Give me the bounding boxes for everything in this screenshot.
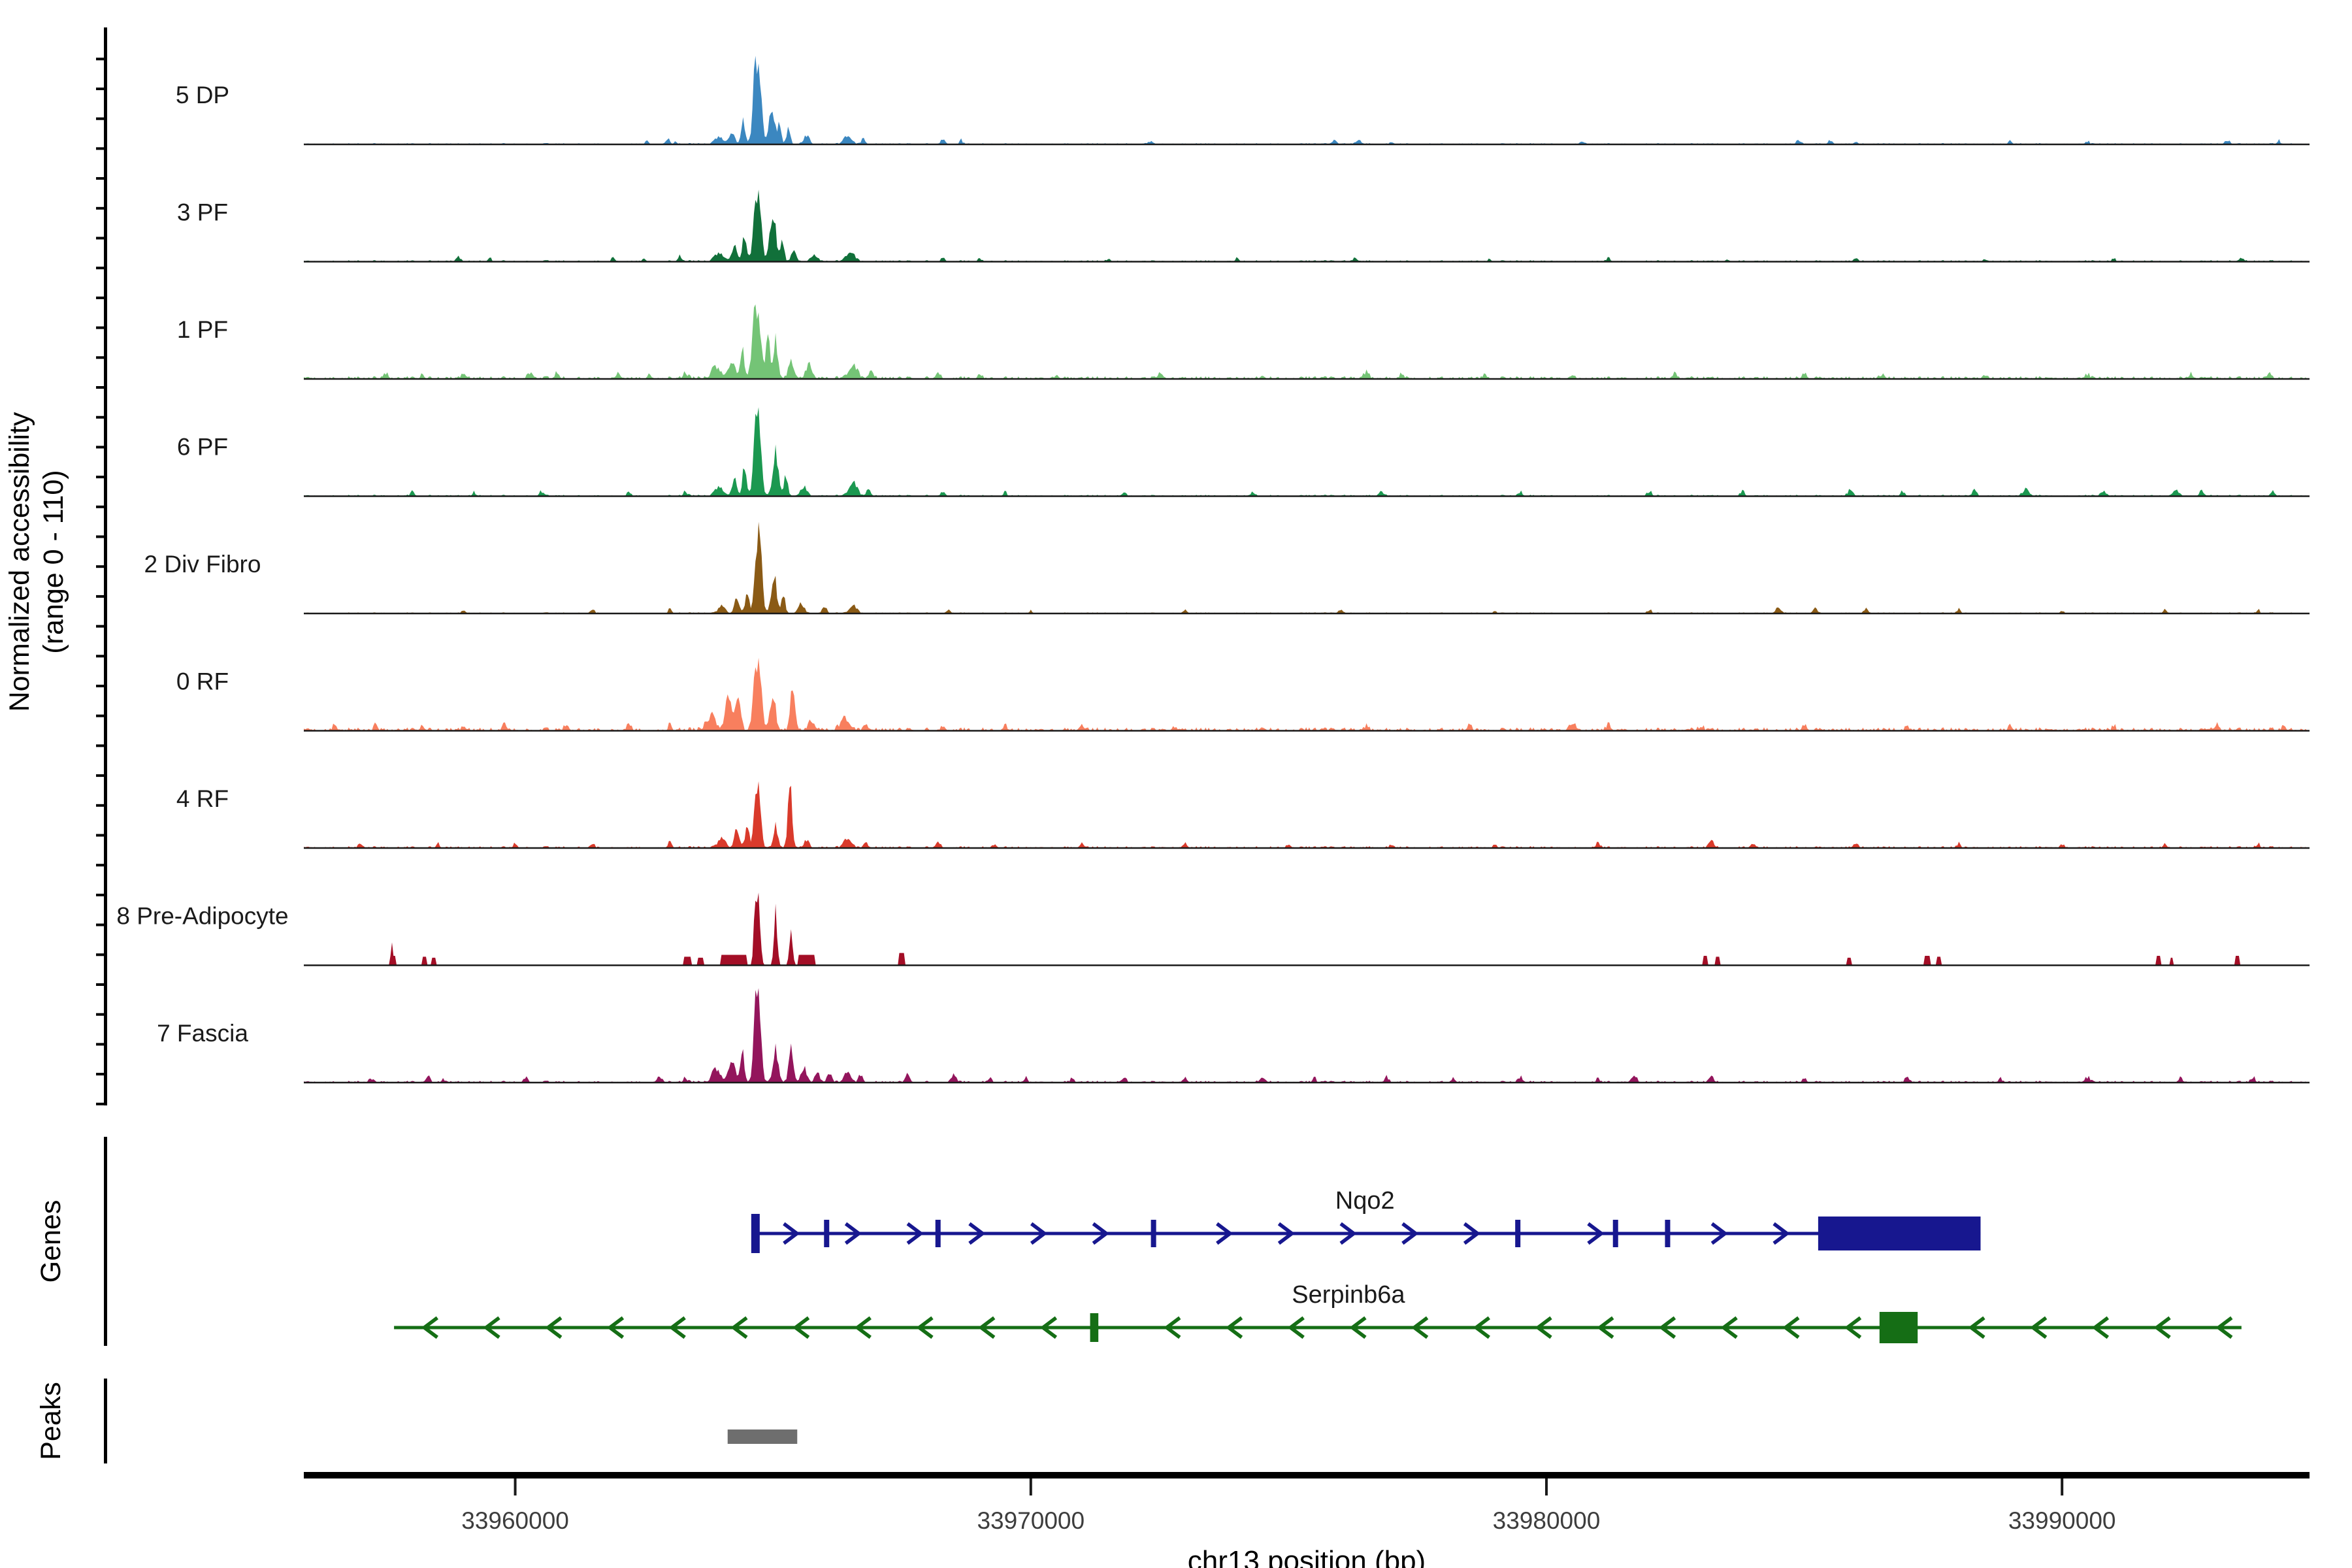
coverage-area-1-PF [304, 304, 2310, 379]
coverage-area-8-Pre-Adipocyte [304, 892, 2310, 965]
gene-exon-box [1818, 1217, 1981, 1250]
y-axis-ticks [96, 59, 105, 1104]
gene-exon-tick [751, 1214, 760, 1253]
track-label: 2 Div Fibro [144, 551, 261, 578]
x-axis-ticks: 33960000 33970000 33980000 33990000 [461, 1478, 2115, 1534]
track-label: 5 DP [176, 82, 229, 108]
x-axis-title: chr13 position (bp) [1188, 1545, 1426, 1568]
x-axis-tick-label: 33980000 [1493, 1507, 1601, 1534]
genes-section: Genes Nqo2 Serpinb6a [35, 1137, 2242, 1346]
gene-Nqo2: Nqo2 [751, 1187, 1981, 1253]
gene-exon-box [1090, 1313, 1099, 1342]
coverage-area-5-DP [304, 56, 2310, 144]
gene-name-label: Nqo2 [1335, 1187, 1395, 1215]
gene-exon-tick [824, 1220, 829, 1247]
x-axis: 33960000 33970000 33980000 33990000 chr13 p… [304, 1475, 2310, 1568]
coverage-track-labels: 5 DP 3 PF 1 PF 6 PF 2 Div Fibro 0 RF 4 RF 8 Pre… [116, 82, 288, 1047]
track-label: 6 PF [177, 434, 228, 461]
y-axis: Normalized accessibility (range 0 - 110) [4, 27, 106, 1105]
gene-models: Nqo2 Serpinb6a [394, 1187, 2242, 1343]
peaks-section: Peaks [35, 1379, 797, 1463]
x-axis-tick-label: 33990000 [2008, 1507, 2116, 1534]
peak-bar [728, 1429, 798, 1444]
gene-exon-tick [1613, 1220, 1618, 1247]
coverage-plot: Normalized accessibility (range 0 - 110)… [0, 0, 2352, 1568]
gene-exon-tick [1151, 1220, 1156, 1247]
coverage-tracks [304, 56, 2310, 1083]
coverage-area-0-RF [304, 658, 2310, 731]
gene-name-label: Serpinb6a [1292, 1281, 1405, 1309]
genes-section-label: Genes [35, 1200, 67, 1283]
y-axis-title-line2: (range 0 - 110) [38, 470, 69, 653]
gene-Serpinb6a: Serpinb6a [394, 1281, 2242, 1343]
track-label: 7 Fascia [157, 1020, 248, 1047]
coverage-area-2-Div-Fibro [304, 522, 2310, 613]
coverage-area-7-Fascia [304, 988, 2310, 1083]
peaks-section-label: Peaks [35, 1382, 67, 1460]
coverage-area-3-PF [304, 189, 2310, 261]
track-label: 8 Pre-Adipocyte [116, 903, 288, 930]
coverage-area-6-PF [304, 407, 2310, 496]
gene-exon-tick [1515, 1220, 1520, 1247]
track-label: 4 RF [176, 785, 229, 812]
gene-exon-tick [1665, 1220, 1670, 1247]
track-label: 1 PF [177, 316, 228, 343]
gene-exon-box [1880, 1312, 1918, 1343]
x-axis-tick-label: 33970000 [977, 1507, 1085, 1534]
x-axis-tick-label: 33960000 [461, 1507, 569, 1534]
gene-exon-tick [936, 1220, 941, 1247]
y-axis-title-line1: Normalized accessibility [4, 412, 35, 711]
track-label: 0 RF [176, 668, 229, 695]
coverage-area-4-RF [304, 781, 2310, 848]
track-label: 3 PF [177, 199, 228, 226]
peak-bars [728, 1429, 798, 1444]
